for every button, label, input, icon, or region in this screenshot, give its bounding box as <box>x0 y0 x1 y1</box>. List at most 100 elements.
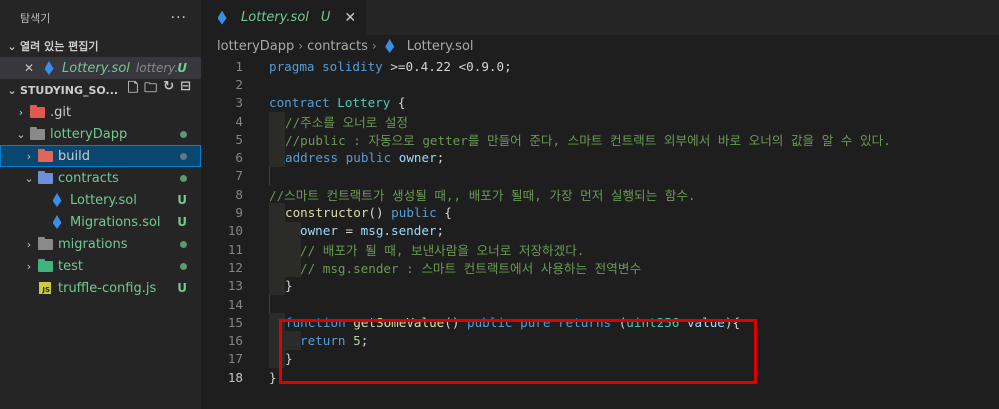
chevron-down-icon: ⌄ <box>24 171 34 185</box>
modified-dot <box>180 127 187 141</box>
code-text: function getSomeValue() public pure retu… <box>285 314 741 330</box>
status-badge: U <box>177 193 187 207</box>
indent-highlight <box>285 331 301 350</box>
indent-highlight <box>269 203 285 222</box>
ethereum-file-icon <box>213 10 231 25</box>
modified-dot <box>180 259 187 273</box>
code-text: pragma solidity >=0.4.22 <0.9.0; <box>269 58 512 74</box>
code-line: 18 } <box>201 368 999 386</box>
tree-item-label: test <box>58 258 83 274</box>
code-line: 10 owner = msg.sender; <box>201 221 999 240</box>
code-line: 1 pragma solidity >=0.4.22 <0.9.0; <box>201 57 999 75</box>
line-number: 15 <box>227 314 243 330</box>
code-editor[interactable]: 1 pragma solidity >=0.4.22 <0.9.0; 2 3 c… <box>201 57 999 386</box>
indent-guide <box>269 294 270 314</box>
code-line: 17 } <box>201 349 999 369</box>
code-text: } <box>285 351 293 367</box>
indent-highlight <box>269 313 285 332</box>
code-line: 6 address public owner; <box>201 148 999 167</box>
line-number: 12 <box>227 259 243 275</box>
status-badge: U <box>177 61 187 75</box>
code-text: owner = msg.sender; <box>300 223 445 239</box>
project-section-header[interactable]: ⌄ STUDYING_SO... 🗋 🗀 ↻ ⊟ <box>0 79 201 101</box>
breadcrumb: lotteryDapp › contracts › Lottery.sol <box>201 35 999 57</box>
tab-status: U <box>320 10 331 25</box>
tree-item-label: build <box>58 148 90 164</box>
chevron-right-icon: › <box>26 237 32 251</box>
indent-highlight <box>269 111 285 131</box>
section-actions: 🗋 🗀 ↻ ⊟ <box>128 79 201 101</box>
close-icon[interactable]: ✕ <box>344 10 356 26</box>
code-text: //스마트 컨트랙트가 생성될 때,, 배포가 될때, 가장 먼저 실행되는 함… <box>269 187 696 203</box>
indent-highlight <box>269 130 285 149</box>
tab-lottery-sol[interactable]: Lottery.sol U ✕ <box>201 0 367 35</box>
javascript-file-icon: JS <box>36 282 54 294</box>
indent-highlight <box>269 148 285 167</box>
tree-item-migrations[interactable]: › migrations <box>0 233 201 255</box>
code-line: 5 //public : 자동으로 getter를 만들어 준다, 스마트 컨트… <box>201 130 999 149</box>
line-number: 4 <box>235 113 243 129</box>
refresh-icon[interactable]: ↻ <box>163 79 174 101</box>
editor-tabbar: Lottery.sol U ✕ <box>201 0 999 35</box>
tree-item-migrations-sol[interactable]: Migrations.sol U <box>0 211 201 233</box>
folder-open-icon <box>28 126 46 140</box>
ethereum-file-icon <box>48 193 66 207</box>
open-editors-section-header[interactable]: ⌄ 열려 있는 편집기 <box>0 35 201 57</box>
line-number: 11 <box>227 241 243 257</box>
tree-item-git[interactable]: › .git <box>0 101 201 123</box>
test-folder-icon <box>36 258 54 272</box>
indent-highlight <box>269 331 285 350</box>
tree-item-label: .git <box>50 104 72 120</box>
indent-highlight <box>269 239 285 259</box>
close-icon[interactable]: ✕ <box>22 61 36 75</box>
indent-highlight <box>285 258 301 277</box>
chevron-right-icon: › <box>371 39 377 53</box>
tree-item-label: migrations <box>58 236 128 252</box>
breadcrumb-item[interactable]: lotteryDapp <box>217 39 294 54</box>
code-text: contract Lottery { <box>269 95 406 111</box>
tree-item-build[interactable]: › build <box>0 145 201 167</box>
tree-item-lotterydapp[interactable]: ⌄ lotteryDapp <box>0 123 201 145</box>
indent-highlight <box>285 239 301 259</box>
tree-item-contracts[interactable]: ⌄ contracts <box>0 167 201 189</box>
indent-highlight <box>269 276 285 295</box>
project-title: STUDYING_SO... <box>20 83 119 97</box>
line-number: 18 <box>227 369 243 385</box>
explorer-header: 탐색기 ··· <box>0 0 201 35</box>
contracts-folder-icon <box>36 170 54 184</box>
line-number: 13 <box>227 278 243 294</box>
status-badge: U <box>177 215 187 229</box>
code-text: // 배포가 될 때, 보낸사람을 오너로 저장하겠다. <box>300 242 585 258</box>
code-line: 11 // 배포가 될 때, 보낸사람을 오너로 저장하겠다. <box>201 239 999 259</box>
line-number: 16 <box>227 333 243 349</box>
code-line: 3 contract Lottery { <box>201 94 999 112</box>
ethereum-file-icon <box>48 215 66 229</box>
code-text: //주소를 오너로 설정 <box>285 114 409 130</box>
line-number: 5 <box>235 131 243 147</box>
build-folder-icon <box>36 148 54 162</box>
ethereum-file-icon <box>381 39 399 53</box>
new-file-icon[interactable]: 🗋 <box>128 79 138 101</box>
code-text: //public : 자동으로 getter를 만들어 준다, 스마트 컨트랙트… <box>285 132 891 148</box>
ellipsis-icon[interactable]: ··· <box>171 10 187 26</box>
code-line: 16 return 5; <box>201 331 999 350</box>
modified-dot <box>180 237 187 251</box>
open-editor-item[interactable]: ✕ Lottery.sol lottery... U <box>0 57 201 79</box>
tree-item-label: Migrations.sol <box>70 214 161 230</box>
breadcrumb-item[interactable]: Lottery.sol <box>407 39 474 54</box>
collapse-all-icon[interactable]: ⊟ <box>180 79 191 101</box>
line-number: 2 <box>235 76 243 92</box>
new-folder-icon[interactable]: 🗀 <box>144 79 157 101</box>
line-number: 6 <box>235 150 243 166</box>
editor-area: Lottery.sol U ✕ lotteryDapp › contracts … <box>201 0 999 409</box>
code-line: 15 function getSomeValue() public pure r… <box>201 313 999 332</box>
tree-item-label: lotteryDapp <box>50 126 128 142</box>
tree-item-test[interactable]: › test <box>0 255 201 277</box>
tree-item-truffle-config[interactable]: JS truffle-config.js U <box>0 277 201 299</box>
tree-item-lottery-sol[interactable]: Lottery.sol U <box>0 189 201 211</box>
ethereum-file-icon <box>40 61 58 75</box>
breadcrumb-item[interactable]: contracts <box>307 39 368 54</box>
code-line: 14 <box>201 294 999 314</box>
indent-highlight <box>285 221 301 240</box>
explorer-title: 탐색기 <box>20 11 51 25</box>
